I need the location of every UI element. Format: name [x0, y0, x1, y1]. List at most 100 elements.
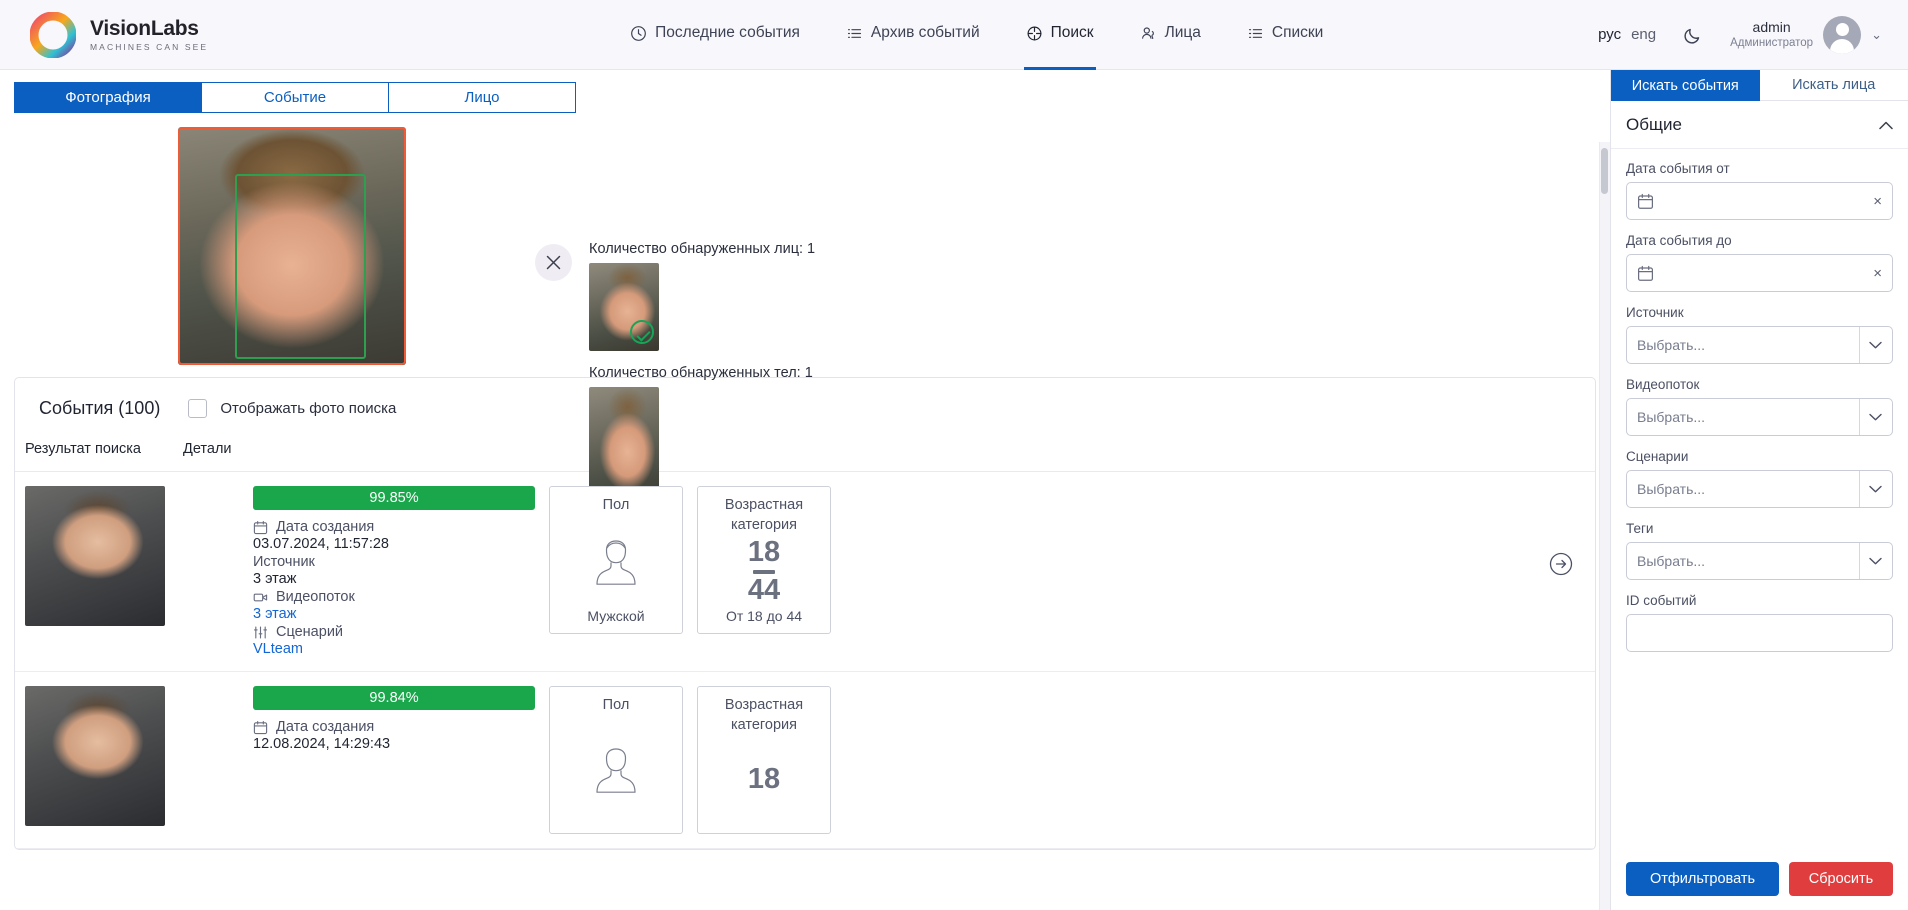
reset-filter-button[interactable]: Сбросить	[1789, 862, 1893, 896]
list-bullet-icon	[1247, 25, 1264, 42]
clear-icon[interactable]: ×	[1873, 193, 1882, 210]
field-label: Источник	[1626, 305, 1893, 320]
detected-face-thumbnail[interactable]	[589, 263, 659, 351]
calendar-icon[interactable]	[1637, 193, 1654, 210]
tab-label: Искать события	[1632, 78, 1739, 94]
person-silhouette-icon	[585, 531, 647, 593]
scenarios-value: Выбрать...	[1637, 481, 1859, 497]
chevron-down-icon[interactable]	[1869, 557, 1882, 565]
nav-item-recent-events[interactable]: Последние события	[628, 0, 802, 70]
close-icon[interactable]	[535, 244, 572, 281]
checkbox[interactable]	[188, 399, 207, 418]
event-thumbnail[interactable]	[25, 686, 165, 826]
scenario-value[interactable]: VLteam	[253, 641, 535, 657]
tab-search-faces[interactable]: Искать лица	[1760, 70, 1908, 101]
chevron-down-icon[interactable]	[1869, 485, 1882, 493]
faces-count-label: Количество обнаруженных лиц: 1	[589, 241, 815, 257]
video-stream-select[interactable]: Выбрать...	[1626, 398, 1893, 436]
tags-select[interactable]: Выбрать...	[1626, 542, 1893, 580]
tab-face[interactable]: Лицо	[388, 82, 576, 113]
age-from: 18	[748, 539, 780, 567]
table-row[interactable]: 99.84% Дата создания 12.08.2024, 14:29:4…	[15, 672, 1595, 849]
sliders-icon	[253, 625, 268, 640]
age-card: Возрастная категория 18 44 От 18 до 44	[697, 486, 831, 634]
date-from-input[interactable]: ×	[1626, 182, 1893, 220]
table-row[interactable]: 99.85% Дата создания 03.07.2024, 11:57:2…	[15, 472, 1595, 672]
search-scroll-region[interactable]: Фотография Событие Лицо Количество обнар	[0, 70, 1610, 910]
age-from: 18	[748, 766, 780, 794]
source-value: 3 этаж	[253, 571, 535, 587]
nav-item-search[interactable]: Поиск	[1024, 0, 1096, 70]
stream-value[interactable]: 3 этаж	[253, 606, 535, 622]
moon-icon[interactable]	[1682, 24, 1704, 46]
nav-item-event-archive[interactable]: Архив событий	[844, 0, 982, 70]
main-nav: Последние события Архив событий Поиск Ли…	[628, 0, 1325, 70]
column-search-result: Результат поиска	[25, 441, 183, 457]
app-root: VisionLabs MACHINES CAN SEE Последние со…	[0, 0, 1908, 910]
scenarios-select[interactable]: Выбрать...	[1626, 470, 1893, 508]
calendar-icon[interactable]	[1637, 265, 1654, 282]
match-score-badge: 99.85%	[253, 486, 535, 510]
clock-icon	[630, 25, 647, 42]
nav-item-faces[interactable]: Лица	[1138, 0, 1203, 70]
age-range-display: 18	[748, 766, 780, 794]
show-search-photo-toggle[interactable]: Отображать фото поиска	[188, 399, 396, 418]
created-date-value: 03.07.2024, 11:57:28	[253, 536, 535, 552]
date-to-input[interactable]: ×	[1626, 254, 1893, 292]
created-date-label: Дата создания	[276, 519, 374, 535]
search-mode-tabs: Фотография Событие Лицо	[14, 82, 1596, 113]
filter-section-title: Общие	[1626, 115, 1682, 135]
brand-logo-block[interactable]: VisionLabs MACHINES CAN SEE	[0, 12, 208, 58]
stream-label: Видеопоток	[276, 589, 355, 605]
gender-value: Мужской	[587, 608, 644, 624]
tab-event[interactable]: Событие	[201, 82, 389, 113]
event-thumbnail[interactable]	[25, 486, 165, 626]
age-footer: От 18 до 44	[726, 608, 802, 624]
lang-ru[interactable]: рус	[1598, 26, 1621, 43]
chevron-down-icon[interactable]	[1869, 413, 1882, 421]
clear-icon[interactable]: ×	[1873, 265, 1882, 282]
event-ids-input[interactable]	[1626, 614, 1893, 652]
age-title: Возрастная категория	[704, 496, 824, 535]
field-date-from: Дата события от ×	[1626, 161, 1893, 220]
source-select[interactable]: Выбрать...	[1626, 326, 1893, 364]
chevron-up-icon[interactable]	[1879, 121, 1893, 130]
scrollbar-track[interactable]	[1599, 142, 1610, 910]
field-event-ids: ID событий	[1626, 593, 1893, 652]
filter-section-general[interactable]: Общие	[1611, 101, 1908, 149]
divider	[1859, 471, 1860, 507]
chevron-down-icon[interactable]	[1869, 341, 1882, 349]
scenario-label: Сценарий	[276, 624, 343, 640]
tab-label: Фотография	[65, 89, 150, 106]
people-icon	[1140, 25, 1157, 42]
language-switcher[interactable]: рус eng	[1598, 26, 1656, 43]
user-menu[interactable]: admin Администратор ⌄	[1730, 16, 1882, 54]
tab-search-events[interactable]: Искать события	[1611, 70, 1760, 101]
scrollbar-thumb[interactable]	[1601, 148, 1608, 194]
query-photo[interactable]	[178, 127, 406, 365]
filter-tabs: Искать события Искать лица	[1611, 70, 1908, 101]
app-body: Фотография Событие Лицо Количество обнар	[0, 70, 1908, 910]
chevron-down-icon[interactable]: ⌄	[1871, 27, 1882, 43]
person-silhouette-icon	[585, 739, 647, 801]
user-name: admin	[1730, 19, 1813, 37]
created-date-row: Дата создания	[253, 719, 535, 735]
created-date-value: 12.08.2024, 14:29:43	[253, 736, 535, 752]
field-scenarios: Сценарии Выбрать...	[1626, 449, 1893, 508]
events-title: События (100)	[39, 398, 160, 419]
lang-en[interactable]: eng	[1631, 26, 1656, 43]
bodies-count-label: Количество обнаруженных тел: 1	[589, 365, 815, 381]
search-target-icon	[1026, 25, 1043, 42]
field-label: ID событий	[1626, 593, 1893, 608]
open-event-icon[interactable]	[1549, 552, 1573, 576]
divider	[1859, 399, 1860, 435]
apply-filter-button[interactable]: Отфильтровать	[1626, 862, 1779, 896]
brand-tagline: MACHINES CAN SEE	[90, 43, 208, 52]
calendar-icon	[253, 520, 268, 535]
tab-photo[interactable]: Фотография	[14, 82, 202, 113]
divider	[1859, 543, 1860, 579]
nav-item-lists[interactable]: Списки	[1245, 0, 1325, 70]
app-header: VisionLabs MACHINES CAN SEE Последние со…	[0, 0, 1908, 70]
source-value: Выбрать...	[1637, 337, 1859, 353]
source-row: Источник	[253, 554, 535, 570]
